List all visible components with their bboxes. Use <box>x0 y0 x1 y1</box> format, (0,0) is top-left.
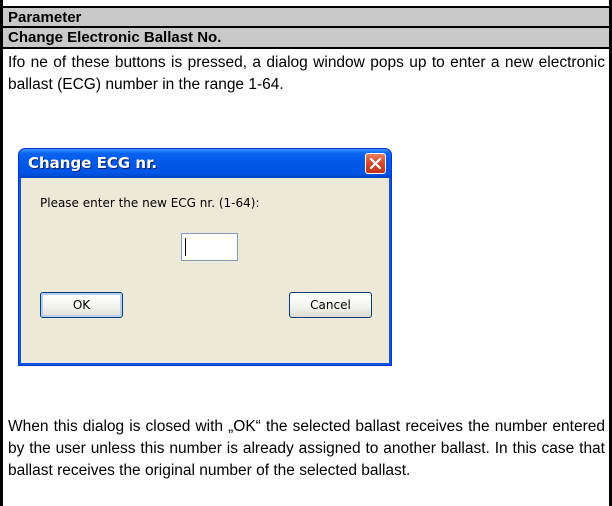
change-ecg-dialog: Change ECG nr. Please enter the new ECG … <box>18 148 392 366</box>
ok-button[interactable]: OK <box>40 292 123 318</box>
parameter-title: Change Electronic Ballast No. <box>8 29 222 46</box>
close-icon <box>369 157 382 170</box>
ecg-number-input[interactable] <box>181 233 238 261</box>
table-header: Parameter <box>8 9 82 26</box>
cancel-button[interactable]: Cancel <box>289 292 372 318</box>
dialog-title: Change ECG nr. <box>28 154 158 172</box>
dialog-titlebar[interactable]: Change ECG nr. <box>19 149 391 178</box>
dialog-prompt: Please enter the new ECG nr. (1-64): <box>40 196 260 210</box>
intro-paragraph: Ifo ne of these buttons is pressed, a di… <box>8 54 605 93</box>
outro-paragraph: When this dialog is closed with „OK“ the… <box>8 418 605 479</box>
parameter-title-row: Change Electronic Ballast No. <box>3 28 609 49</box>
dialog-client-area: Please enter the new ECG nr. (1-64): OK … <box>22 178 388 362</box>
parameter-table: Parameter Change Electronic Ballast No. … <box>0 0 612 506</box>
table-header-row: Parameter <box>3 6 609 28</box>
text-caret <box>185 238 186 256</box>
close-button[interactable] <box>365 153 386 174</box>
